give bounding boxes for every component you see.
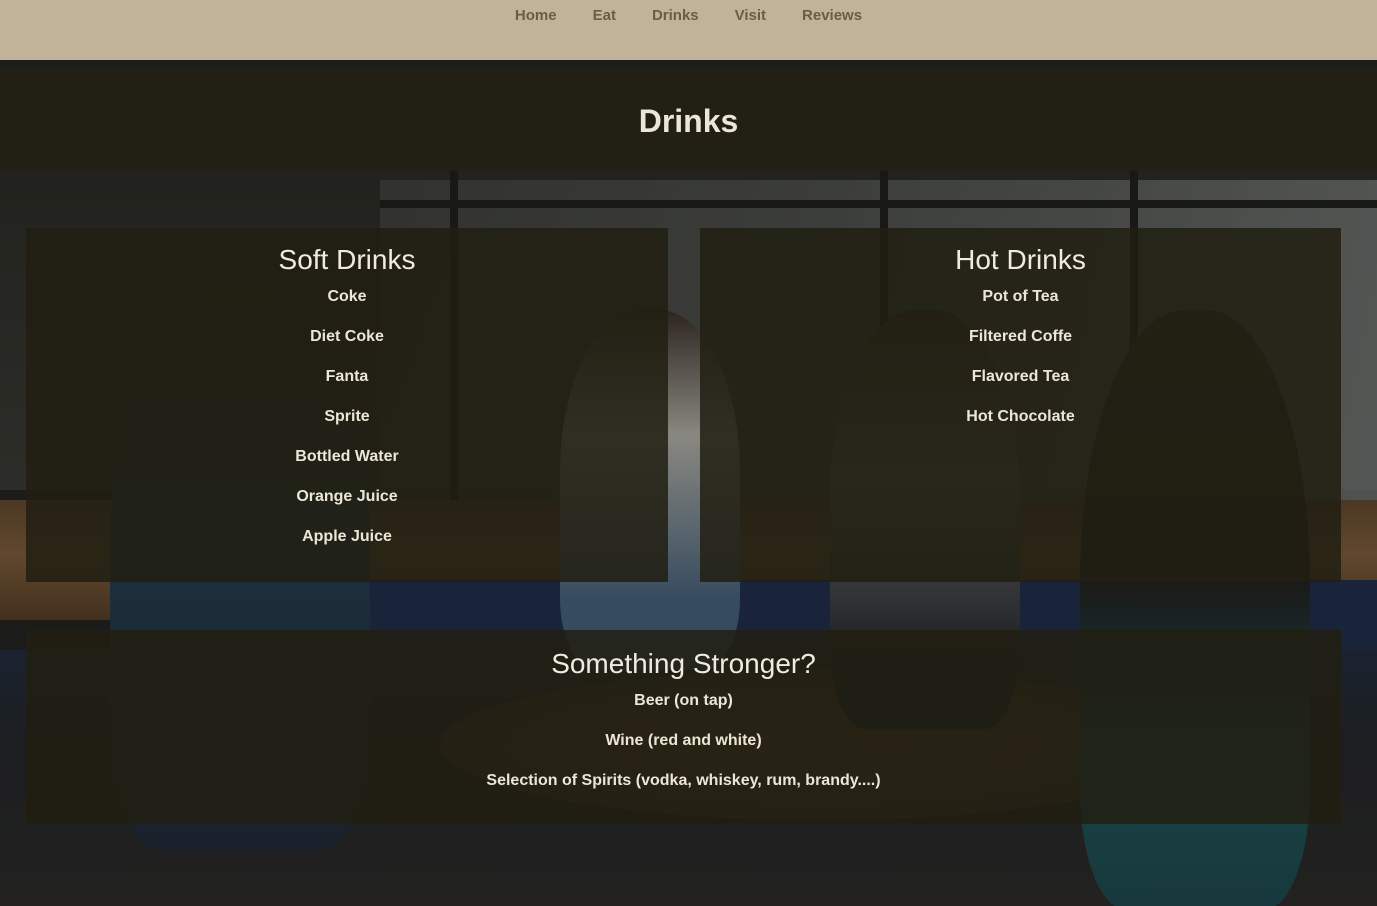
nav-drinks[interactable]: Drinks [652, 6, 699, 26]
nav-visit[interactable]: Visit [735, 6, 766, 26]
soft-drinks-list: Coke Diet Coke Fanta Sprite Bottled Wate… [26, 278, 668, 567]
list-item: Filtered Coffe [968, 328, 1073, 345]
soft-drinks-panel: Soft Drinks Coke Diet Coke Fanta Sprite … [26, 228, 668, 582]
page-title-band: Drinks [0, 70, 1377, 171]
list-item: Apple Juice [302, 528, 392, 545]
nav-eat[interactable]: Eat [593, 6, 616, 26]
list-item: Wine (red and white) [605, 732, 762, 749]
hot-drinks-heading: Hot Drinks [955, 244, 1086, 275]
list-item: Diet Coke [310, 328, 384, 345]
nav-list: Home Eat Drinks Visit Reviews [0, 6, 1377, 26]
soft-drinks-header: Soft Drinks [26, 228, 668, 278]
list-item: Bottled Water [295, 448, 399, 465]
hot-drinks-header: Hot Drinks [700, 228, 1341, 278]
hot-drinks-list: Pot of Tea Filtered Coffe Flavored Tea H… [700, 278, 1341, 447]
nav-reviews[interactable]: Reviews [802, 6, 862, 26]
list-item: Pot of Tea [982, 288, 1059, 305]
list-item: Selection of Spirits (vodka, whiskey, ru… [486, 772, 881, 789]
list-item: Fanta [325, 368, 369, 385]
list-item: Coke [327, 288, 367, 305]
hot-drinks-panel: Hot Drinks Pot of Tea Filtered Coffe Fla… [700, 228, 1341, 582]
list-item: Beer (on tap) [634, 692, 733, 709]
page-title: Drinks [638, 103, 739, 139]
top-nav: Home Eat Drinks Visit Reviews [0, 0, 1377, 60]
list-item: Flavored Tea [971, 368, 1070, 385]
nav-home[interactable]: Home [515, 6, 557, 26]
stronger-drinks-list: Beer (on tap) Wine (red and white) Selec… [26, 682, 1341, 811]
stronger-drinks-panel: Something Stronger? Beer (on tap) Wine (… [26, 630, 1341, 824]
list-item: Hot Chocolate [966, 408, 1075, 425]
stronger-drinks-header: Something Stronger? [26, 630, 1341, 682]
list-item: Sprite [324, 408, 370, 425]
stronger-drinks-heading: Something Stronger? [551, 648, 816, 679]
list-item: Orange Juice [296, 488, 398, 505]
soft-drinks-heading: Soft Drinks [278, 244, 416, 275]
